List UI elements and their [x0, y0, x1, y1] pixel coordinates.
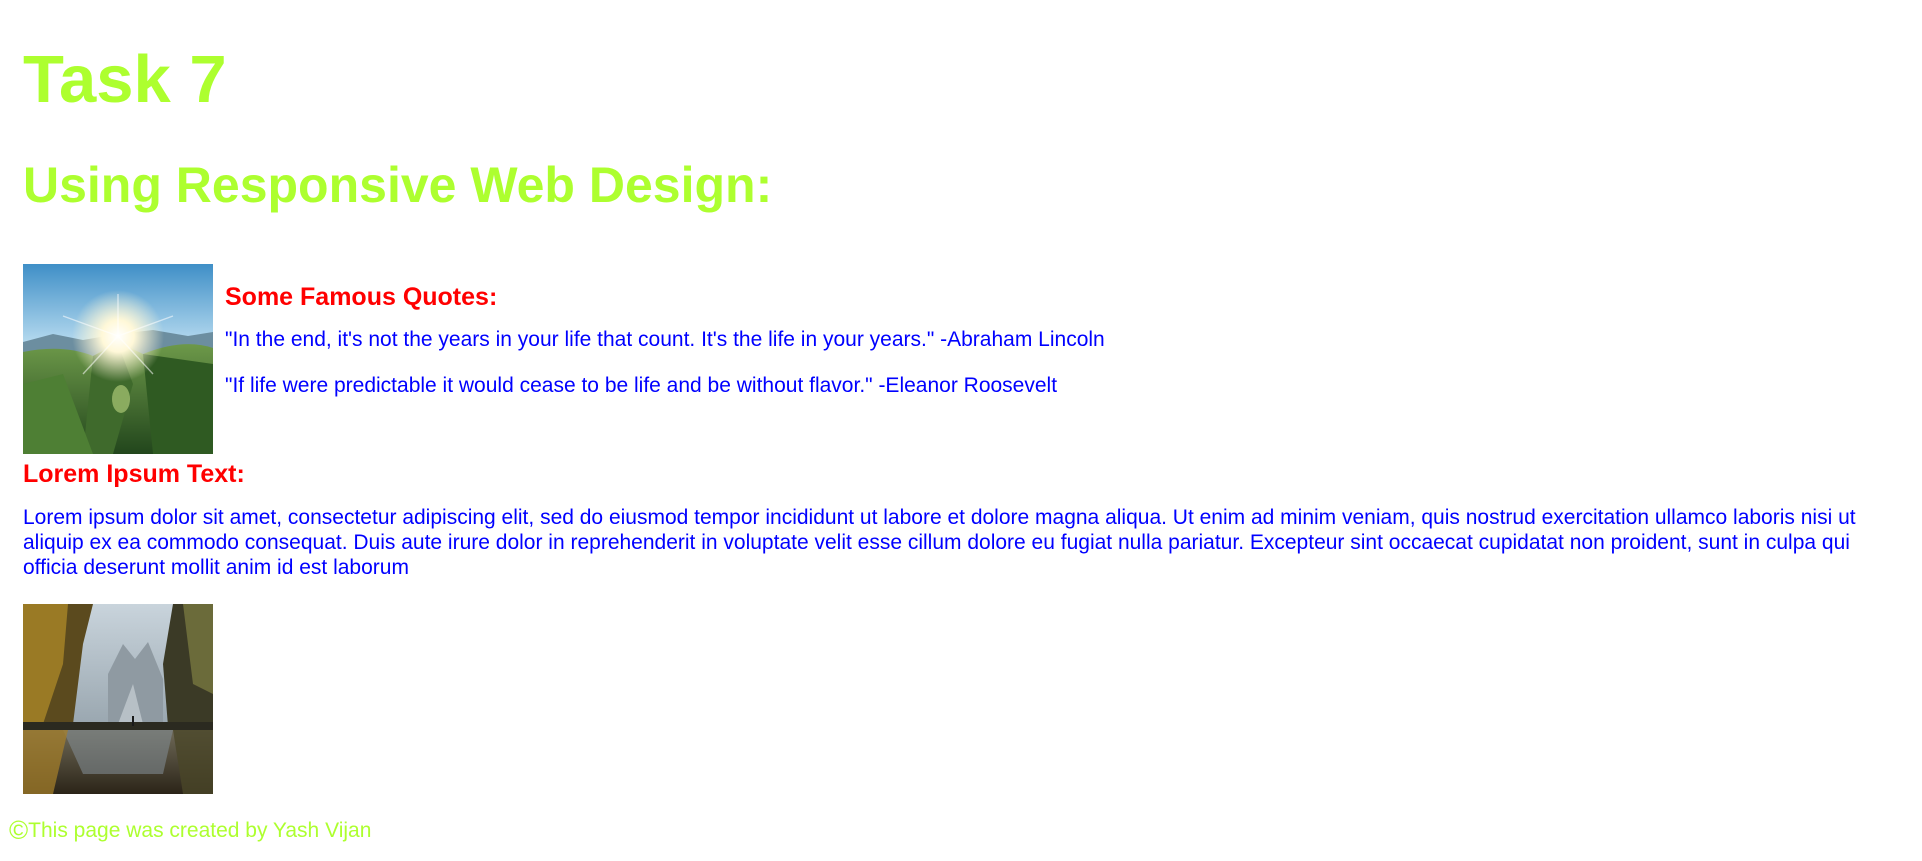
quotes-section: Some Famous Quotes: "In the end, it's no…	[225, 282, 1625, 398]
footer: ©This page was created by Yash Vijan	[9, 815, 372, 845]
quote-roosevelt: "If life were predictable it would cease…	[225, 374, 1058, 397]
lorem-paragraph: Lorem ipsum dolor sit amet, consectetur …	[23, 506, 1856, 579]
copyright-icon: ©	[9, 815, 29, 845]
page-title: Task 7	[23, 42, 227, 117]
quote-lincoln: "In the end, it's not the years in your …	[225, 328, 1105, 351]
forest-lake-image	[23, 604, 213, 794]
page-subtitle: Using Responsive Web Design:	[23, 157, 773, 213]
mountain-sunrise-image	[23, 264, 213, 454]
lorem-heading: Lorem Ipsum Text:	[23, 460, 245, 488]
quotes-heading: Some Famous Quotes:	[225, 283, 498, 311]
footer-credit: This page was created by Yash Vijan	[28, 819, 372, 842]
